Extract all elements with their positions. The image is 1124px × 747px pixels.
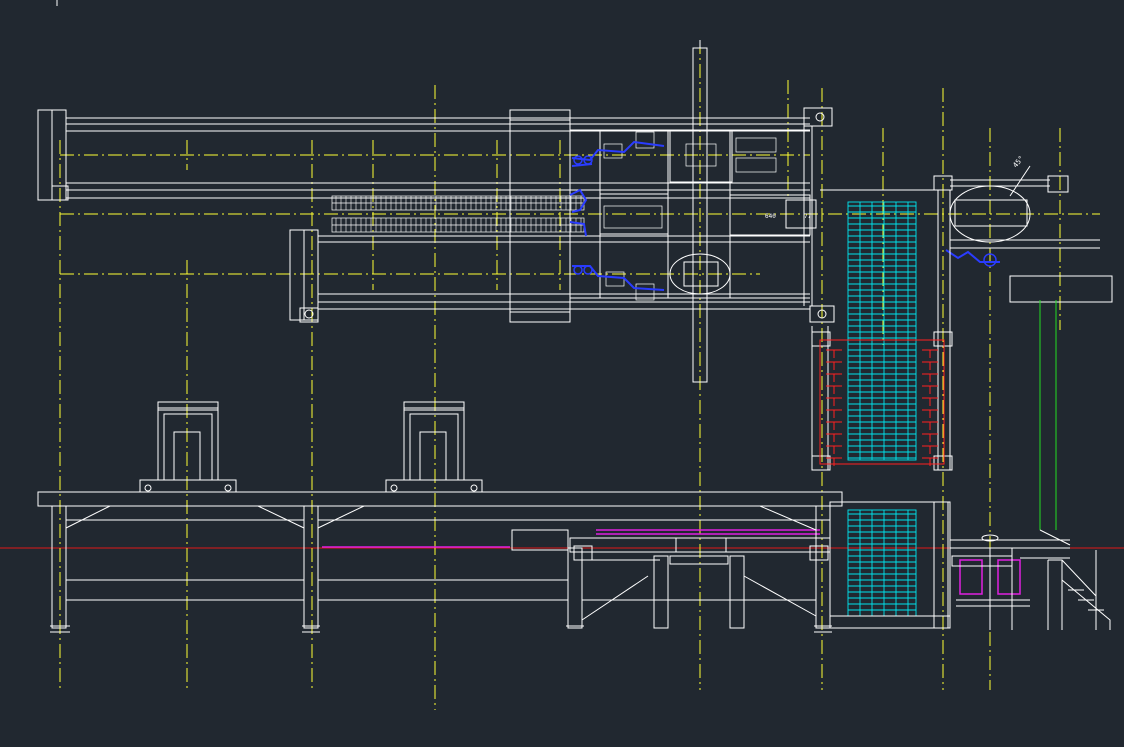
angle-text: 45° — [1011, 154, 1025, 169]
upper-gantry[interactable] — [37, 40, 835, 383]
cyan-stack-hatch — [847, 201, 917, 617]
green-rods — [1039, 300, 1057, 530]
cad-drawing-area[interactable]: 640 77 45° — [0, 0, 1124, 747]
grid-blocks — [603, 131, 777, 301]
right-lift-stairs[interactable] — [950, 529, 1111, 630]
red-guide-hatch — [819, 339, 945, 466]
dim-text-left: 640 — [765, 213, 776, 220]
cad-drawing[interactable]: 640 77 45° — [0, 0, 1124, 747]
dim-text-right: 77 — [804, 213, 812, 220]
blue-chain-rings — [573, 155, 997, 275]
blue-chain — [569, 140, 1000, 291]
lower-conveyor-frame[interactable] — [37, 401, 951, 633]
